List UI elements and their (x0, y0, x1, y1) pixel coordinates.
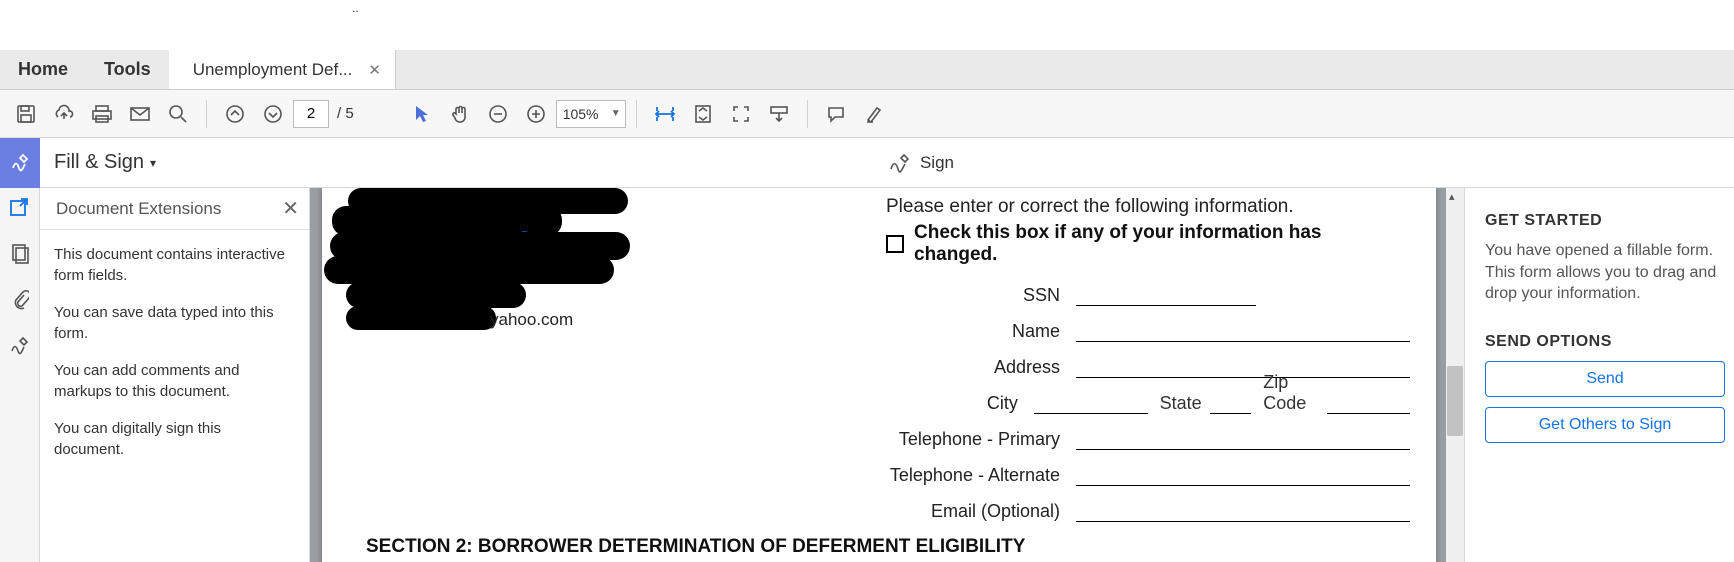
tel-alt-label: Telephone - Alternate (886, 465, 1076, 486)
ext-text-3: You can add comments and markups to this… (54, 360, 295, 402)
fill-sign-title[interactable]: Fill & Sign ▾ (54, 151, 156, 174)
scroll-mode-icon[interactable] (761, 96, 797, 132)
fill-sign-rail-icon[interactable] (0, 138, 40, 188)
sign-label: Sign (920, 153, 954, 173)
get-started-text: You have opened a fillable form. This fo… (1485, 240, 1734, 305)
print-icon[interactable] (84, 96, 120, 132)
page-up-icon[interactable] (217, 96, 253, 132)
sign-button[interactable]: Sign (888, 152, 954, 174)
city-label: City (886, 393, 1034, 414)
section-2-heading: SECTION 2: BORROWER DETERMINATION OF DEF… (366, 536, 1410, 558)
instruction-text: Please enter or correct the following in… (886, 196, 1410, 218)
zip-label: Zip Code (1251, 372, 1326, 414)
email-icon[interactable] (122, 96, 158, 132)
address-label: Address (886, 357, 1076, 378)
chevron-down-icon: ▼ (611, 108, 621, 119)
page-number-input[interactable] (293, 100, 329, 128)
fullscreen-icon[interactable] (723, 96, 759, 132)
scroll-up-icon[interactable]: ▴ (1449, 190, 1455, 203)
document-viewport[interactable]: yahoo.com Please enter or correct the fo… (310, 188, 1464, 562)
get-started-heading: GET STARTED (1485, 212, 1734, 230)
ext-text-2: You can save data typed into this form. (54, 302, 295, 344)
main-toolbar: / 5 105% ▼ (0, 90, 1734, 138)
name-field[interactable] (1076, 320, 1410, 342)
document-extensions-panel: Document Extensions ✕ This document cont… (40, 188, 310, 562)
comment-icon[interactable] (818, 96, 854, 132)
state-field[interactable] (1210, 392, 1252, 414)
signature-icon (888, 152, 912, 174)
zoom-out-icon[interactable] (480, 96, 516, 132)
extensions-title: Document Extensions (56, 199, 221, 219)
ssn-label: SSN (886, 285, 1076, 306)
tab-bar: Home Tools Unemployment Def... ✕ (0, 50, 1734, 90)
cloud-upload-icon[interactable] (46, 96, 82, 132)
scrollbar-thumb[interactable] (1447, 366, 1463, 436)
hand-tool-icon[interactable] (442, 96, 478, 132)
email-fragment: yahoo.com (490, 310, 573, 330)
pdf-page: yahoo.com Please enter or correct the fo… (322, 188, 1436, 562)
info-changed-checkbox[interactable] (886, 235, 904, 253)
search-icon[interactable] (160, 96, 196, 132)
highlight-icon[interactable] (856, 96, 892, 132)
save-icon[interactable] (8, 96, 44, 132)
tab-home[interactable]: Home (0, 50, 86, 89)
state-label: State (1148, 393, 1210, 414)
attachments-icon[interactable] (6, 286, 34, 314)
tel-alt-field[interactable] (1076, 464, 1410, 486)
zoom-select[interactable]: 105% ▼ (556, 100, 626, 128)
redaction (324, 256, 614, 284)
send-options-heading: SEND OPTIONS (1485, 333, 1734, 351)
zoom-value: 105% (563, 106, 599, 122)
tab-tools[interactable]: Tools (86, 50, 169, 89)
get-others-sign-button[interactable]: Get Others to Sign (1485, 407, 1725, 443)
send-button[interactable]: Send (1485, 361, 1725, 397)
tel-primary-field[interactable] (1076, 428, 1410, 450)
page-total-label: / 5 (337, 105, 354, 122)
tab-document[interactable]: Unemployment Def... ✕ (169, 50, 396, 89)
select-tool-icon[interactable] (404, 96, 440, 132)
checkbox-label: Check this box if any of your informatio… (914, 222, 1410, 266)
email-field[interactable] (1076, 500, 1410, 522)
right-panel: GET STARTED You have opened a fillable f… (1464, 188, 1734, 562)
zip-field[interactable] (1327, 392, 1410, 414)
tel-primary-label: Telephone - Primary (886, 429, 1076, 450)
chevron-down-icon: ▾ (150, 156, 156, 170)
name-label: Name (886, 321, 1076, 342)
close-icon[interactable]: ✕ (368, 61, 381, 79)
tab-document-label: Unemployment Def... (193, 60, 353, 80)
redaction (346, 282, 526, 308)
address-field[interactable] (1076, 356, 1410, 378)
redaction (346, 306, 496, 330)
ext-text-4: You can digitally sign this document. (54, 418, 295, 460)
stray-dots: .. (352, 1, 359, 15)
pages-icon[interactable] (6, 240, 34, 268)
fill-sign-label: Fill & Sign (54, 151, 144, 174)
fill-sign-bar: Fill & Sign ▾ Sign (0, 138, 1734, 188)
zoom-in-icon[interactable] (518, 96, 554, 132)
scrollbar[interactable]: ▴ (1446, 188, 1464, 562)
close-icon[interactable]: ✕ (282, 196, 299, 221)
left-rail (0, 188, 40, 562)
page-down-icon[interactable] (255, 96, 291, 132)
ext-text-1: This document contains interactive form … (54, 244, 295, 286)
signatures-rail-icon[interactable] (6, 332, 34, 360)
email-label: Email (Optional) (886, 501, 1076, 522)
form-fields-icon[interactable] (6, 194, 34, 222)
fit-width-icon[interactable] (647, 96, 683, 132)
redacted-link-fragment (522, 214, 552, 235)
fit-page-icon[interactable] (685, 96, 721, 132)
ssn-field[interactable] (1076, 284, 1256, 306)
city-field[interactable] (1034, 392, 1148, 414)
